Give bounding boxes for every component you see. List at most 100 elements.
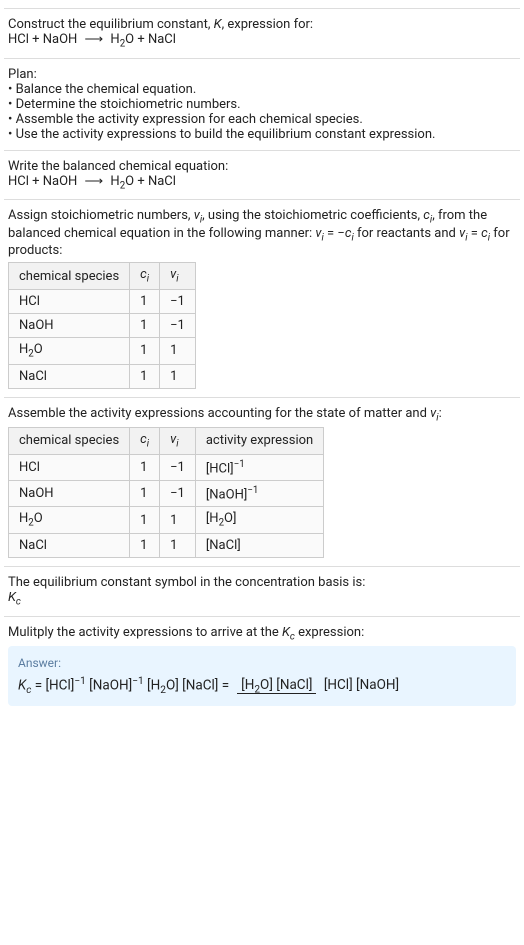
o: O [34,511,43,526]
rest: O] [NaCl] [260,677,312,693]
table-row: HCl 1 −1 [9,289,196,313]
cell-v: −1 [160,313,196,337]
sub-c: c [16,597,21,608]
table-row: H2O 1 1 [H2O] [9,507,324,534]
cell-c: 1 [130,337,160,364]
base: [NaOH] [206,487,247,502]
col-ci: ci [130,428,160,455]
cell-activity: [NaCl] [195,534,323,558]
text: Construct the equilibrium constant, [8,17,214,32]
exp-neg1: −1 [132,676,143,687]
sub-i: i [176,274,178,285]
text: for reactants and [354,226,459,241]
product-h: H [110,32,119,47]
arrow-icon: ⟶ [81,32,108,47]
base: [HCl] [206,461,234,476]
base: [NaCl] [206,538,241,553]
plan-item: • Use the activity expressions to build … [8,127,516,142]
arrow-icon: ⟶ [81,174,108,189]
plan-item: • Determine the stoichiometric numbers. [8,97,516,112]
section-title: Write the balanced chemical equation: [8,159,516,174]
exp-neg1: −1 [74,676,85,687]
sub-i: i [147,274,149,285]
text: , using the stoichiometric coefficients, [202,208,423,223]
product-rest: O + NaCl [125,174,176,189]
cell-species: NaOH [9,481,130,507]
k: K [18,678,26,694]
plan-block: Plan: • Balance the chemical equation. •… [4,58,520,150]
cell-c: 1 [130,481,160,507]
reactants: HCl + NaOH [8,32,77,47]
cell-v: 1 [160,337,196,364]
col-activity: activity expression [195,428,323,455]
cell-c: 1 [130,507,160,534]
naoh: [NaOH] [89,678,132,694]
col-vi: νi [160,428,196,455]
balanced-equation-block: Write the balanced chemical equation: HC… [4,150,520,200]
text: Mulitply the activity expressions to arr… [8,625,282,640]
answer-equation: Kc = [HCl]−1 [NaOH]−1 [H2O] [NaCl] = [H2… [18,676,506,696]
text: expression: [295,625,364,640]
h2o-part1: [H [144,678,161,694]
k: K [282,625,290,640]
fraction: [H2O] [NaCl] [HCl] [NaOH] [237,677,403,696]
question-line1: Construct the equilibrium constant, K, e… [8,17,516,32]
o: O [34,342,43,357]
activity-block: Assemble the activity expressions accoun… [4,397,520,566]
cell-species: NaCl [9,364,130,388]
c: c [140,432,147,447]
cell-v: 1 [160,507,196,534]
table-header-row: chemical species ci νi activity expressi… [9,428,324,455]
c: c [423,208,430,223]
answer-label: Answer: [18,656,506,670]
exp: −1 [247,485,258,496]
cell-c: 1 [130,454,160,480]
reactants: HCl + NaOH [8,174,77,189]
table-row: HCl 1 −1 [HCl]−1 [9,454,324,480]
text: The equilibrium constant symbol in the c… [8,575,516,590]
multiply-block: Mulitply the activity expressions to arr… [4,616,520,715]
hcl: [HCl] [45,678,74,694]
question-block: Construct the equilibrium constant, K, e… [4,8,520,58]
col-vi: νi [160,263,196,290]
h: [H [241,677,254,693]
lhs: Kc = [HCl]−1 [NaOH]−1 [H2O] [NaCl] = [18,676,229,696]
cell-c: 1 [130,313,160,337]
cell-species: NaCl [9,534,130,558]
stoich-text: Assign stoichiometric numbers, νi, using… [8,208,516,258]
kc-symbol-block: The equilibrium constant symbol in the c… [4,566,520,616]
cell-c: 1 [130,534,160,558]
cell-species: HCl [9,289,130,313]
h: H [19,342,28,357]
answer-box: Answer: Kc = [HCl]−1 [NaOH]−1 [H2O] [NaC… [8,646,516,706]
exp: −1 [234,459,245,470]
table-header-row: chemical species ci νi [9,263,196,290]
h: H [19,511,28,526]
chemical-equation: HCl + NaOH ⟶ H2O + NaCl [8,32,516,50]
cell-v: −1 [160,289,196,313]
text: Assign stoichiometric numbers, [8,208,194,223]
col-species: chemical species [9,428,130,455]
plan-title: Plan: [8,67,516,82]
cell-c: 1 [130,364,160,388]
c: c [481,226,488,241]
product-rest: O + NaCl [125,32,176,47]
balanced-equation: HCl + NaOH ⟶ H2O + NaCl [8,174,516,192]
activity-text: Assemble the activity expressions accoun… [8,406,516,424]
col-species: chemical species [9,263,130,290]
equals: = [31,678,45,694]
plan-item: • Assemble the activity expression for e… [8,112,516,127]
rest: O] [NaCl] = [166,678,229,694]
k: K [8,590,16,605]
cell-species: H2O [9,507,130,534]
cell-species: HCl [9,454,130,480]
k-symbol: K [214,17,222,32]
text: = − [324,226,345,241]
table-row: NaCl 1 1 [9,364,196,388]
numerator: [H2O] [NaCl] [237,677,316,694]
table-row: NaOH 1 −1 [9,313,196,337]
cell-activity: [H2O] [195,507,323,534]
c: c [140,267,147,282]
stoichiometric-table: chemical species ci νi HCl 1 −1 NaOH 1 −… [8,262,196,388]
cell-activity: [NaOH]−1 [195,481,323,507]
